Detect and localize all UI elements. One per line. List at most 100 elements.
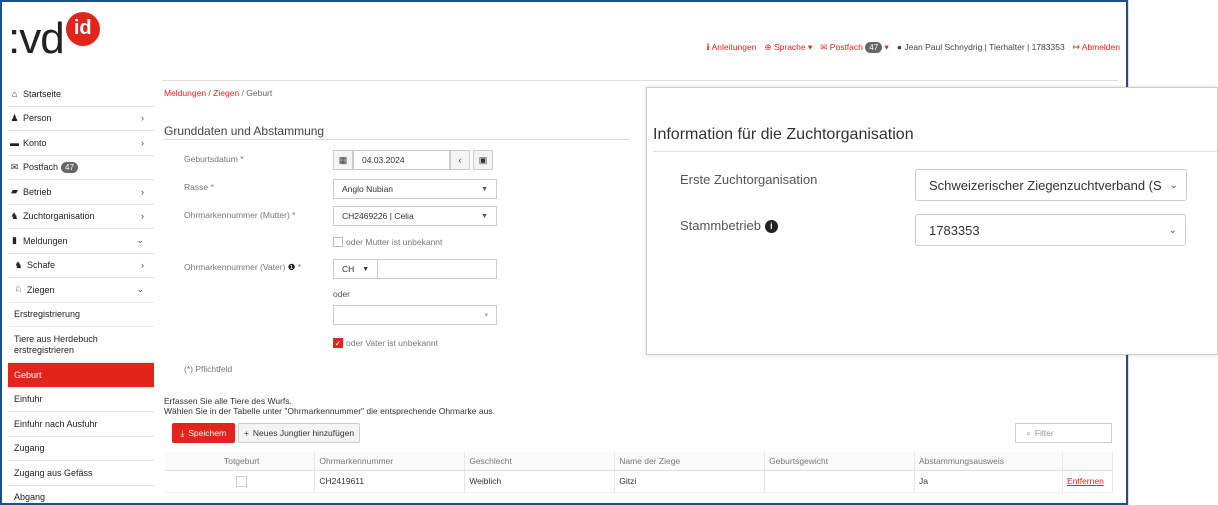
pedigree-cell[interactable]: Ja (914, 470, 1063, 493)
home-icon: ⌂ (11, 88, 18, 99)
mother-select[interactable]: CH2469226 | Celia ▼ (333, 206, 497, 226)
caret-down-icon: ▼ (362, 265, 370, 273)
father-unknown-checkbox[interactable]: ✓ (333, 338, 343, 348)
breadcrumb-link-meldungen[interactable]: Meldungen (164, 88, 206, 98)
sidebar-item-startseite[interactable]: ⌂ Startseite (8, 82, 154, 107)
sidebar-item-label: Schafe (27, 260, 56, 271)
logo[interactable]: :vd id (8, 12, 100, 66)
father-country-select[interactable]: CH ▼ (334, 260, 379, 278)
nav-logout[interactable]: ↦ Abmelden (1073, 42, 1120, 53)
weight-cell[interactable] (764, 470, 916, 493)
plus-icon: + (243, 428, 249, 438)
instructions-line-1: Erfassen Sie alle Tiere des Wurfs. (164, 396, 292, 406)
card-title: Information für die Zuchtorganisation (653, 126, 914, 143)
eartag-cell[interactable]: CH2419611 (314, 470, 466, 493)
goat-icon: ♘ (14, 284, 23, 295)
add-young-animal-button[interactable]: + Neues Jungtier hinzufügen (238, 423, 360, 443)
column-header[interactable]: Geburtsgewicht (764, 452, 916, 471)
user-icon: ● (896, 42, 902, 52)
calendar-icon[interactable]: ▦ (333, 150, 353, 170)
breeding-organisation-card: Information für die Zuchtorganisation Er… (646, 87, 1218, 355)
caret-down-icon: ▼ (481, 212, 488, 220)
first-org-select[interactable]: Schweizerischer Ziegenzuchtverband (S ⌄ (915, 169, 1187, 201)
farm-label: Stammbetrieb i (680, 218, 778, 233)
column-header[interactable]: Geschlecht (464, 452, 616, 471)
chevron-right-icon: › (141, 211, 144, 222)
info-icon[interactable]: ❶ (288, 262, 296, 272)
sidebar-item-label: Konto (23, 137, 47, 148)
remove-link[interactable]: Entfernen (1067, 476, 1104, 486)
column-header (1062, 452, 1114, 471)
sidebar-item-person[interactable]: ♟ Person › (8, 107, 154, 131)
sex-cell[interactable]: Weiblich (464, 470, 616, 493)
sidebar-item-konto[interactable]: ▬ Konto › (8, 131, 154, 156)
chevron-down-icon: ⌄ (1166, 224, 1177, 236)
caret-down-icon: ▾ (808, 42, 813, 52)
save-icon: ⤓ (180, 427, 185, 438)
chevron-left-icon[interactable]: ‹ (450, 150, 470, 170)
sidebar-item-ziegen[interactable]: ♘ Ziegen ⌄ (8, 278, 154, 303)
card-divider (653, 151, 1217, 152)
sidebar-item-label: Startseite (23, 88, 62, 99)
header-divider (162, 80, 1118, 81)
column-header[interactable]: Totgeburt (165, 452, 316, 471)
column-header[interactable]: Abstammungsausweis (914, 452, 1063, 471)
search-icon: ⌕ (1026, 427, 1031, 438)
column-header[interactable]: Name der Ziege (614, 452, 766, 471)
sidebar-item-betrieb[interactable]: ▰ Betrieb › (8, 180, 154, 205)
save-button[interactable]: ⤓ Speichern (172, 423, 235, 443)
calendar-today-icon[interactable]: ▣ (473, 150, 493, 170)
breadcrumb: Meldungen / Ziegen / Geburt (164, 88, 273, 98)
sidebar-subitem-geburt[interactable]: Geburt (8, 363, 154, 388)
mother-label: Ohrmarkennummer (Mutter) * (184, 210, 296, 220)
breed-select[interactable]: Anglo Nubian ▼ (333, 179, 497, 199)
logo-text: :vd (8, 14, 65, 63)
sidebar-subitem-herdebuch[interactable]: Tiere aus Herdebuch erstregistrieren (8, 327, 154, 363)
sidebar-item-zuchtorganisation[interactable]: ♞ Zuchtorganisation › (8, 205, 154, 229)
sidebar-item-postfach[interactable]: ✉ Postfach 47 (8, 156, 154, 180)
sidebar-subitem-einfuhr-nach-ausfuhr[interactable]: Einfuhr nach Ausfuhr (8, 412, 154, 437)
action-cell: Entfernen (1062, 470, 1114, 493)
birth-date-value: 04.03.2024 (362, 155, 405, 165)
sidebar-subitem-zugang[interactable]: Zugang (8, 437, 154, 461)
sidebar-subitem-zugang-gefaess[interactable]: Zugang aus Gefäss (8, 461, 154, 486)
sidebar-item-label: Postfach (23, 162, 59, 173)
chevron-down-icon: ⌄ (136, 284, 144, 295)
sidebar-subitem-erstregistrierung[interactable]: Erstregistrierung (8, 303, 154, 327)
mother-unknown-checkbox[interactable] (333, 237, 343, 247)
name-cell[interactable]: Gitzi (614, 470, 766, 493)
stillbirth-checkbox[interactable] (236, 475, 248, 487)
breed-label: Rasse * (184, 182, 214, 192)
sidebar-item-label: Zugang aus Gefäss (14, 467, 93, 478)
father-input[interactable]: CH ▼ (333, 259, 497, 279)
birth-date-input[interactable]: 04.03.2024 (353, 150, 450, 170)
screenshot-frame: :vd id ℹ Anleitungen ⊕ Sprache ▾ ✉ Postf… (0, 0, 1218, 505)
barn-icon: ▰ (11, 186, 18, 197)
sidebar-item-label: Geburt (14, 369, 42, 380)
breadcrumb-current: Geburt (246, 88, 273, 98)
sidebar-item-meldungen[interactable]: ▮ Meldungen ⌄ (8, 229, 154, 254)
first-org-value: Schweizerischer Ziegenzuchtverband (S (929, 177, 1162, 193)
filter-input[interactable]: ⌕ Filter (1015, 423, 1112, 443)
farm-label-text: Stammbetrieb (680, 218, 761, 233)
nav-instructions[interactable]: ℹ Anleitungen (706, 42, 756, 53)
farm-select[interactable]: 1783353 ⌄ (915, 214, 1186, 246)
first-org-label: Erste Zuchtorganisation (680, 172, 818, 187)
sidebar-subitem-abgang[interactable]: Abgang (8, 486, 154, 504)
sidebar-subitem-einfuhr[interactable]: Einfuhr (8, 388, 154, 412)
top-navigation: ℹ Anleitungen ⊕ Sprache ▾ ✉ Postfach 47 … (706, 42, 1120, 53)
column-header[interactable]: Ohrmarkennummer (314, 452, 466, 471)
chevron-right-icon: › (141, 260, 144, 271)
breadcrumb-link-ziegen[interactable]: Ziegen (213, 88, 239, 98)
sidebar-item-label: Person (23, 113, 52, 124)
instructions-line-2: Wählen Sie in der Tabelle unter "Ohrmark… (164, 406, 495, 416)
nav-user[interactable]: ● Jean Paul Schnydrig | Tierhalter | 178… (897, 42, 1065, 53)
sidebar-item-schafe[interactable]: ♞ Schafe › (8, 254, 154, 278)
father-select[interactable]: ▾ (333, 305, 497, 325)
sidebar-item-label: Abgang (14, 492, 46, 503)
logout-icon: ↦ (1072, 42, 1080, 52)
info-icon[interactable]: i (764, 220, 778, 233)
nav-language[interactable]: ⊕ Sprache ▾ (764, 42, 812, 53)
sidebar-item-label: Zugang (14, 443, 45, 454)
nav-mailbox[interactable]: ✉ Postfach 47 ▾ (820, 42, 889, 53)
